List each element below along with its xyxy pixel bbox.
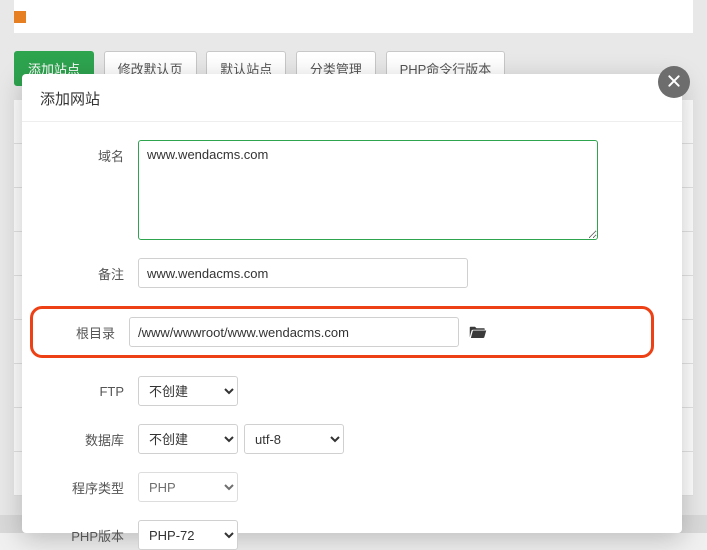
form: 域名 备注 根目录 FTP 不创建 (22, 122, 682, 550)
remark-label: 备注 (50, 264, 138, 283)
domain-row: 域名 (50, 140, 654, 240)
remark-input[interactable] (138, 258, 468, 288)
folder-open-icon (469, 324, 487, 339)
root-dir-label: 根目录 (33, 323, 129, 342)
modal-mask: 添加网站 域名 备注 根目录 FTP (0, 0, 707, 533)
folder-browse-button[interactable] (469, 324, 487, 341)
php-version-select[interactable]: PHP-72 (138, 520, 238, 550)
root-dir-row: 根目录 (30, 306, 654, 358)
close-button[interactable] (658, 66, 690, 98)
phpver-label: PHP版本 (50, 526, 138, 545)
add-website-modal: 添加网站 域名 备注 根目录 FTP (22, 74, 682, 533)
db-label: 数据库 (50, 430, 138, 449)
program-row: 程序类型 PHP (50, 472, 654, 502)
db-select[interactable]: 不创建 (138, 424, 238, 454)
modal-title: 添加网站 (22, 74, 682, 122)
phpver-row: PHP版本 PHP-72 (50, 520, 654, 550)
program-label: 程序类型 (50, 478, 138, 497)
ftp-row: FTP 不创建 (50, 376, 654, 406)
ftp-select[interactable]: 不创建 (138, 376, 238, 406)
charset-select[interactable]: utf-8 (244, 424, 344, 454)
root-dir-input[interactable] (129, 317, 459, 347)
domain-textarea[interactable] (138, 140, 598, 240)
program-type-select[interactable]: PHP (138, 472, 238, 502)
close-icon (666, 73, 682, 92)
db-row: 数据库 不创建 utf-8 (50, 424, 654, 454)
ftp-label: FTP (50, 384, 138, 399)
remark-row: 备注 (50, 258, 654, 288)
domain-label: 域名 (50, 140, 138, 165)
